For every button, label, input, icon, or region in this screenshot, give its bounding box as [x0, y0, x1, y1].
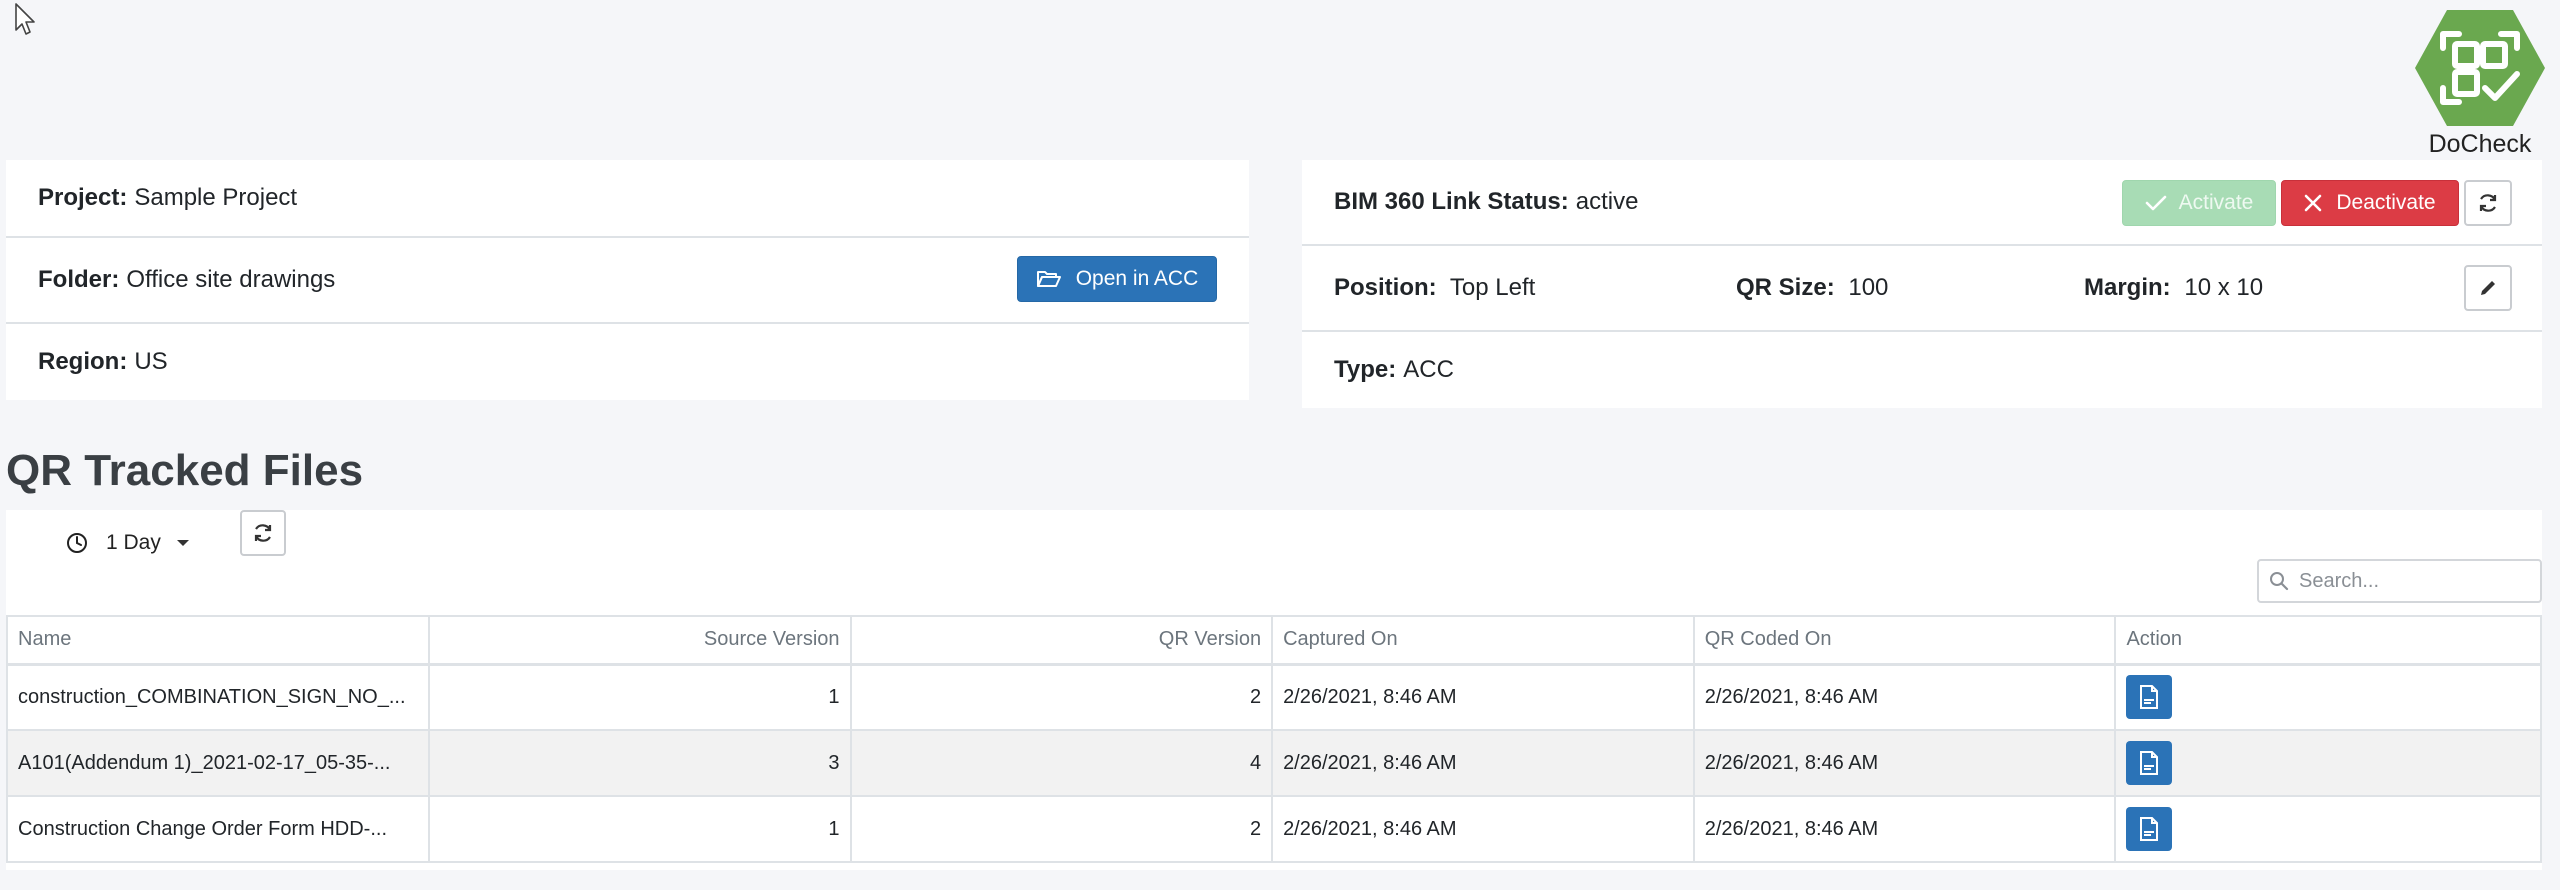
- file-name[interactable]: Construction Change Order Form HDD-...: [6, 795, 430, 863]
- search-input[interactable]: [2299, 569, 2529, 593]
- period-value: 1 Day: [106, 531, 161, 554]
- project-label: Project:: [38, 184, 128, 211]
- status-label: BIM 360 Link Status:: [1334, 188, 1569, 215]
- column-qr-version[interactable]: QR Version: [849, 615, 1274, 666]
- check-icon: [2145, 195, 2166, 211]
- action-cell: [2114, 663, 2542, 731]
- captured-on: 2/26/2021, 8:46 AM: [1271, 663, 1695, 731]
- column-name[interactable]: Name: [6, 615, 430, 666]
- project-value: Sample Project: [134, 184, 298, 211]
- type-value: ACC: [1403, 356, 1454, 383]
- file-name[interactable]: A101(Addendum 1)_2021-02-17_05-35-...: [6, 729, 430, 797]
- action-cell: [2114, 795, 2542, 863]
- clock-icon: [67, 533, 87, 553]
- qr-size-field: QR Size: 100: [1736, 274, 2084, 302]
- qr-version: 2: [849, 663, 1274, 731]
- margin-value: 10 x 10: [2184, 274, 2264, 301]
- pdf-download-button[interactable]: [2126, 807, 2173, 851]
- action-cell: [2114, 729, 2542, 797]
- link-status-panel: BIM 360 Link Status: active Activate Dea…: [1302, 160, 2542, 408]
- edit-settings-button[interactable]: [2464, 265, 2512, 311]
- file-name[interactable]: construction_COMBINATION_SIGN_NO_...: [6, 663, 430, 731]
- deactivate-button[interactable]: Deactivate: [2281, 180, 2459, 226]
- margin-field: Margin: 10 x 10: [2084, 274, 2263, 302]
- activate-label: Activate: [2178, 191, 2254, 214]
- refresh-files-button[interactable]: [240, 510, 286, 556]
- position-field: Position: Top Left: [1334, 274, 1736, 302]
- captured-on: 2/26/2021, 8:46 AM: [1271, 795, 1695, 863]
- region-row: Region: US: [6, 322, 1249, 400]
- pdf-file-icon: [2140, 751, 2159, 775]
- column-source-version[interactable]: Source Version: [427, 615, 852, 666]
- deactivate-label: Deactivate: [2336, 191, 2436, 214]
- qr-coded-on: 2/26/2021, 8:46 AM: [1692, 663, 2117, 731]
- close-icon: [2305, 194, 2322, 212]
- docheck-logo-icon: [2415, 10, 2545, 126]
- docheck-logo: DoCheck: [2405, 8, 2555, 159]
- open-in-acc-label: Open in ACC: [1075, 267, 1199, 290]
- project-row: Project: Sample Project: [6, 160, 1249, 236]
- table-row: Construction Change Order Form HDD-... 1…: [6, 795, 2542, 863]
- qr-version: 4: [849, 729, 1274, 797]
- pdf-file-icon: [2140, 817, 2159, 841]
- table-row: construction_COMBINATION_SIGN_NO_... 1 2…: [6, 663, 2542, 731]
- project-info-panel: Project: Sample Project Folder: Office s…: [6, 160, 1249, 400]
- refresh-icon: [254, 524, 272, 542]
- refresh-icon: [2479, 194, 2497, 212]
- column-qr-coded-on[interactable]: QR Coded On: [1692, 615, 2117, 666]
- position-label: Position:: [1334, 274, 1437, 301]
- open-in-acc-button[interactable]: Open in ACC: [1017, 256, 1217, 302]
- folder-open-icon: [1036, 271, 1061, 287]
- table-row: A101(Addendum 1)_2021-02-17_05-35-... 3 …: [6, 729, 2542, 797]
- captured-on: 2/26/2021, 8:46 AM: [1271, 729, 1695, 797]
- pdf-file-icon: [2140, 685, 2159, 710]
- table-header-row: Name Source Version QR Version Captured …: [6, 615, 2542, 666]
- qr-size-label: QR Size:: [1736, 274, 1835, 301]
- region-value: US: [134, 348, 168, 375]
- period-dropdown[interactable]: 1 Day: [66, 520, 189, 566]
- qr-size-value: 100: [1848, 274, 1889, 301]
- qr-version: 2: [849, 795, 1274, 863]
- margin-label: Margin:: [2084, 274, 2171, 301]
- tracked-files-table: Name Source Version QR Version Captured …: [6, 615, 2542, 863]
- position-value: Top Left: [1449, 274, 1536, 301]
- source-version: 1: [427, 663, 852, 731]
- pdf-download-button[interactable]: [2126, 675, 2173, 720]
- status-value: active: [1575, 188, 1639, 215]
- type-label: Type:: [1334, 356, 1397, 383]
- qr-coded-on: 2/26/2021, 8:46 AM: [1692, 795, 2117, 863]
- pencil-icon: [2481, 281, 2495, 295]
- qr-coded-on: 2/26/2021, 8:46 AM: [1692, 729, 2117, 797]
- chevron-down-icon: [176, 540, 189, 546]
- pdf-download-button[interactable]: [2126, 741, 2173, 785]
- folder-label: Folder:: [38, 266, 120, 293]
- brand-name: DoCheck: [2428, 130, 2532, 158]
- section-title: QR Tracked Files: [6, 446, 364, 495]
- type-row: Type: ACC: [1302, 330, 2542, 408]
- search-icon: [2270, 572, 2289, 591]
- column-action: Action: [2114, 615, 2542, 666]
- column-captured-on[interactable]: Captured On: [1271, 615, 1695, 666]
- folder-value: Office site drawings: [126, 266, 336, 293]
- refresh-status-button[interactable]: [2464, 180, 2512, 226]
- tracked-files-card: 1 Day Name Source Version QR Version Cap…: [6, 510, 2542, 870]
- mouse-cursor-icon: [15, 3, 35, 35]
- search-box[interactable]: [2257, 559, 2542, 603]
- region-label: Region:: [38, 348, 128, 375]
- source-version: 3: [427, 729, 852, 797]
- settings-row: Position: Top Left QR Size: 100 Margin: …: [1302, 244, 2542, 330]
- source-version: 1: [427, 795, 852, 863]
- activate-button[interactable]: Activate: [2122, 180, 2276, 226]
